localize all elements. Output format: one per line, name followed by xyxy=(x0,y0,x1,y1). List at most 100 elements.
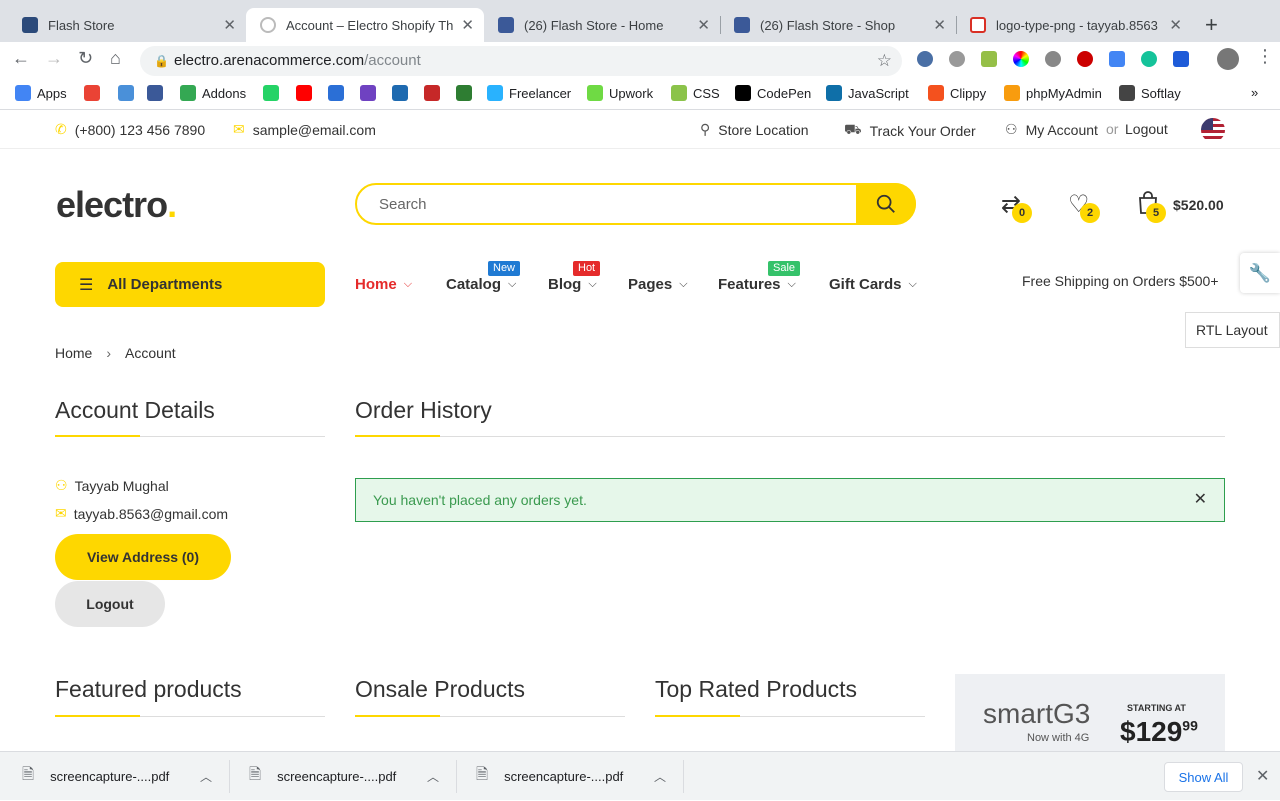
tab-title: Account – Electro Shopify Ther xyxy=(286,17,454,33)
bookmark-item[interactable]: Apps xyxy=(15,85,67,101)
promo-banner[interactable]: smartG3 Now with 4G STARTING AT $12999 xyxy=(955,674,1225,751)
close-icon[interactable]: ✕ xyxy=(1194,479,1207,521)
shopify-icon[interactable] xyxy=(981,51,997,67)
account-email: ✉ tayyab.8563@gmail.com xyxy=(55,505,228,522)
tab-flash-store-shop[interactable]: (26) Flash Store - Shop ✕ xyxy=(720,8,956,42)
section-divider xyxy=(355,715,625,717)
chevron-up-icon[interactable]: ︿ xyxy=(427,768,439,785)
chevron-up-icon[interactable]: ︿ xyxy=(654,768,666,785)
tab-flash-store-home[interactable]: (26) Flash Store - Home ✕ xyxy=(484,8,720,42)
bookmark-item[interactable]: phpMyAdmin xyxy=(1004,85,1102,101)
translate-icon[interactable] xyxy=(1109,51,1125,67)
nav-features[interactable]: Features ⌵ xyxy=(718,276,796,293)
close-icon[interactable]: ✕ xyxy=(1169,16,1182,34)
bookmarks-bar: Apps Addons Freelancer Upwork CSS CodePen Java… xyxy=(0,80,1280,110)
adblock-icon[interactable] xyxy=(1077,51,1093,67)
search-input[interactable] xyxy=(379,193,839,215)
forward-icon[interactable]: → xyxy=(45,48,63,69)
new-tab-icon[interactable]: + xyxy=(1205,12,1218,38)
email-text: sample@email.com xyxy=(252,121,376,138)
mail-icon: ✉ xyxy=(233,121,245,137)
bookmark-item[interactable]: Upwork xyxy=(587,85,653,101)
track-order-link[interactable]: ⛟ Track Your Order xyxy=(844,121,976,140)
bookmark-star-icon[interactable]: ☆ xyxy=(877,46,892,76)
avatar[interactable] xyxy=(1217,48,1239,70)
download-item[interactable]: 🗎 screencapture-....pdf ︿ xyxy=(249,752,439,801)
extension-icon[interactable] xyxy=(1045,51,1061,67)
phone-link[interactable]: ✆ (+800) 123 456 7890 xyxy=(55,121,205,138)
home-icon[interactable]: ⌂ xyxy=(110,48,121,69)
close-icon[interactable]: ✕ xyxy=(461,16,474,34)
nav-pages[interactable]: Pages ⌵ xyxy=(628,276,688,293)
view-address-button[interactable]: View Address (0) xyxy=(55,534,231,580)
breadcrumb-current: Account xyxy=(125,345,176,361)
bookmark-item[interactable]: JavaScript xyxy=(826,85,909,101)
bookmark-icon xyxy=(118,85,134,101)
my-account-link[interactable]: ⚇ My Account xyxy=(1005,121,1098,138)
bookmark-item[interactable]: Addons xyxy=(180,85,246,101)
extension-icon[interactable] xyxy=(1173,51,1189,67)
bookmark-item[interactable] xyxy=(296,85,318,101)
show-all-button[interactable]: Show All xyxy=(1164,762,1243,792)
bookmark-item[interactable] xyxy=(424,85,446,101)
tab-account[interactable]: Account – Electro Shopify Ther ✕ xyxy=(246,8,484,42)
download-filename: screencapture-....pdf xyxy=(277,769,397,784)
chevron-up-icon[interactable]: ︿ xyxy=(200,768,212,785)
bookmark-item[interactable]: CSS xyxy=(671,85,720,101)
email-link[interactable]: ✉ sample@email.com xyxy=(233,121,376,138)
account-email-text: tayyab.8563@gmail.com xyxy=(73,505,229,522)
url-path: /account xyxy=(364,52,421,69)
site-topbar: ✆ (+800) 123 456 7890 ✉ sample@email.com ⚲… xyxy=(0,111,1280,149)
bookmark-item[interactable] xyxy=(392,85,414,101)
color-picker-icon[interactable] xyxy=(1013,51,1029,67)
menu-icon[interactable]: ⋮ xyxy=(1256,46,1274,67)
download-item[interactable]: 🗎 screencapture-....pdf ︿ xyxy=(476,752,666,801)
nav-catalog[interactable]: Catalog ⌵ xyxy=(446,276,516,293)
store-location-link[interactable]: ⚲ Store Location xyxy=(700,121,809,138)
tab-gmail[interactable]: logo-type-png - tayyab.8563 ✕ xyxy=(956,8,1192,42)
bookmark-item[interactable]: Freelancer xyxy=(487,85,571,101)
logout-button[interactable]: Logout xyxy=(55,581,165,627)
close-icon[interactable]: ✕ xyxy=(933,16,946,34)
cart-total[interactable]: $520.00 xyxy=(1173,197,1224,213)
bookmark-item[interactable] xyxy=(263,85,285,101)
bookmark-item[interactable]: Clippy xyxy=(928,85,986,101)
bookmark-item[interactable] xyxy=(328,85,350,101)
bookmark-item[interactable]: CodePen xyxy=(735,85,811,101)
camera-icon[interactable] xyxy=(949,51,965,67)
rtl-layout-button[interactable]: RTL Layout xyxy=(1185,312,1280,348)
grammarly-icon[interactable] xyxy=(1141,51,1157,67)
section-divider xyxy=(55,435,325,437)
back-icon[interactable]: ← xyxy=(12,48,30,69)
bookmark-item[interactable] xyxy=(360,85,382,101)
close-icon[interactable]: ✕ xyxy=(697,16,710,34)
bookmark-item[interactable] xyxy=(147,85,169,101)
close-icon[interactable]: ✕ xyxy=(223,16,236,34)
nav-blog[interactable]: Blog ⌵ xyxy=(548,276,597,293)
hot-badge: Hot xyxy=(573,261,601,276)
tab-flash-store[interactable]: Flash Store ✕ xyxy=(8,8,246,42)
breadcrumb-home[interactable]: Home xyxy=(55,345,92,361)
us-flag-icon[interactable] xyxy=(1201,118,1225,142)
close-icon[interactable]: ✕ xyxy=(1256,766,1269,786)
bookmark-item[interactable] xyxy=(84,85,106,101)
nav-label: Gift Cards xyxy=(829,276,902,293)
topbar-logout-link[interactable]: Logout xyxy=(1125,121,1168,137)
bookmark-item[interactable] xyxy=(118,85,140,101)
bookmark-item[interactable]: Softlay xyxy=(1119,85,1181,101)
search-button[interactable] xyxy=(856,183,916,225)
settings-toggle[interactable]: 🔧 xyxy=(1240,253,1280,293)
all-departments-button[interactable]: ☰ All Departments xyxy=(55,262,325,307)
more-bookmarks-icon[interactable]: » xyxy=(1251,85,1258,100)
bookmark-icon xyxy=(487,85,503,101)
address-bar[interactable]: 🔒 electro.arenacommerce.com/account ☆ xyxy=(140,46,902,76)
nav-home[interactable]: Home ⌵ xyxy=(355,276,412,293)
extension-icon[interactable] xyxy=(917,51,933,67)
nav-gift-cards[interactable]: Gift Cards ⌵ xyxy=(829,276,917,293)
facebook-icon xyxy=(498,17,514,33)
download-item[interactable]: 🗎 screencapture-....pdf ︿ xyxy=(22,752,212,801)
nav-label: Pages xyxy=(628,276,673,293)
reload-icon[interactable]: ↻ xyxy=(78,48,93,69)
bookmark-item[interactable] xyxy=(456,85,478,101)
site-logo[interactable]: electro. xyxy=(56,184,177,226)
